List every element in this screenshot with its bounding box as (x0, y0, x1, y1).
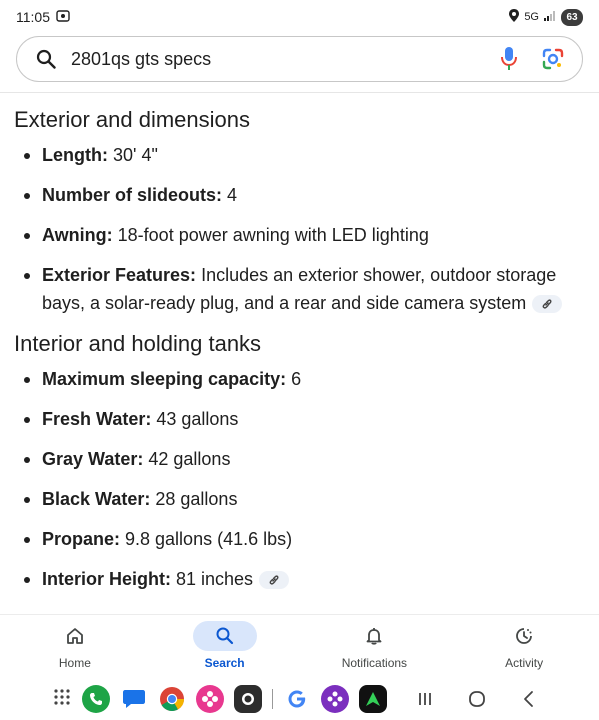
activity-icon (492, 621, 556, 651)
list-item: Exterior Features: Includes an exterior … (14, 261, 585, 317)
network-type: 5G (524, 11, 539, 23)
nav-activity-label: Activity (505, 656, 544, 670)
spec-key: Maximum sleeping capacity: (42, 369, 287, 389)
signal-icon (544, 10, 556, 24)
status-left: 11:05 (16, 9, 70, 26)
microphone-icon[interactable] (494, 44, 524, 74)
battery-icon: 63 (561, 8, 583, 26)
nav-activity[interactable]: Activity (449, 615, 599, 678)
screenshot-icon (56, 9, 70, 26)
game-launcher-icon[interactable] (321, 685, 349, 713)
nav-home-label: Home (58, 656, 91, 670)
spec-key: Fresh Water: (42, 409, 152, 429)
status-bar: 11:05 5G 63 (0, 0, 599, 34)
spec-value: 28 gallons (150, 489, 238, 509)
header-divider (0, 92, 599, 93)
google-app-icon[interactable] (283, 685, 311, 713)
dock-separator (272, 689, 273, 709)
ai-overview-content: Exterior and dimensions Length: 30' 4" N… (0, 95, 599, 615)
list-item: Propane: 9.8 gallons (41.6 lbs) (14, 525, 585, 553)
list-item: Maximum sleeping capacity: 6 (14, 365, 585, 393)
search-bar[interactable] (16, 36, 583, 82)
spec-value: 43 gallons (151, 409, 239, 429)
status-time: 11:05 (16, 9, 50, 25)
bell-icon (342, 621, 406, 651)
spec-value: 42 gallons (143, 449, 231, 469)
android-auto-icon[interactable] (359, 685, 387, 713)
nav-search[interactable]: Search (150, 615, 300, 678)
list-item: Fresh Water: 43 gallons (14, 405, 585, 433)
back-button[interactable] (515, 685, 543, 713)
apps-grid-icon[interactable] (52, 687, 72, 712)
spec-key: Number of slideouts: (42, 185, 223, 205)
spec-value: 6 (286, 369, 302, 389)
google-lens-icon[interactable] (538, 44, 568, 74)
list-item: Gray Water: 42 gallons (14, 445, 585, 473)
spec-key: Gray Water: (42, 449, 144, 469)
chrome-app-icon[interactable] (158, 685, 186, 713)
spec-key: Length: (42, 145, 108, 165)
spec-value: 81 inches (171, 569, 254, 589)
spec-value: 9.8 gallons (41.6 lbs) (120, 529, 293, 549)
nav-notifications[interactable]: Notifications (300, 615, 450, 678)
spec-list-interior: Maximum sleeping capacity: 6 Fresh Water… (14, 365, 585, 593)
phone-app-icon[interactable] (82, 685, 110, 713)
search-icon (35, 48, 57, 70)
spec-value: 30' 4" (107, 145, 158, 165)
list-item: Black Water: 28 gallons (14, 485, 585, 513)
recent-apps-button[interactable] (411, 685, 439, 713)
messages-app-icon[interactable] (120, 685, 148, 713)
camera-app-icon[interactable] (234, 685, 262, 713)
list-item: Number of slideouts: 4 (14, 181, 585, 209)
nav-notifications-label: Notifications (341, 656, 408, 670)
android-dock (0, 678, 599, 720)
list-item: Interior Height: 81 inches (14, 565, 585, 593)
nav-home[interactable]: Home (0, 615, 150, 678)
source-link-icon[interactable] (259, 571, 290, 590)
spec-key: Propane: (42, 529, 121, 549)
spec-key: Awning: (42, 225, 113, 245)
nav-search-label: Search (204, 656, 245, 670)
bottom-navigation: Home Search Notifications Activity (0, 614, 599, 678)
home-icon (43, 621, 107, 651)
list-item: Length: 30' 4" (14, 141, 585, 169)
search-icon (192, 621, 257, 651)
spec-key: Black Water: (42, 489, 151, 509)
search-input[interactable] (71, 48, 480, 70)
location-icon (509, 9, 520, 25)
home-button[interactable] (463, 685, 491, 713)
status-right: 5G 63 (509, 8, 583, 26)
spec-key: Interior Height: (42, 569, 171, 589)
section-title-interior: Interior and holding tanks (14, 331, 262, 356)
spec-value: 18-foot power awning with LED lighting (112, 225, 429, 245)
spec-list-exterior: Length: 30' 4" Number of slideouts: 4 Aw… (14, 141, 585, 317)
gallery-app-icon[interactable] (196, 685, 224, 713)
spec-key: Exterior Features: (42, 265, 197, 285)
list-item: Awning: 18-foot power awning with LED li… (14, 221, 585, 249)
spec-value: 4 (222, 185, 238, 205)
section-title-exterior: Exterior and dimensions (14, 107, 251, 132)
source-link-icon[interactable] (532, 295, 563, 314)
